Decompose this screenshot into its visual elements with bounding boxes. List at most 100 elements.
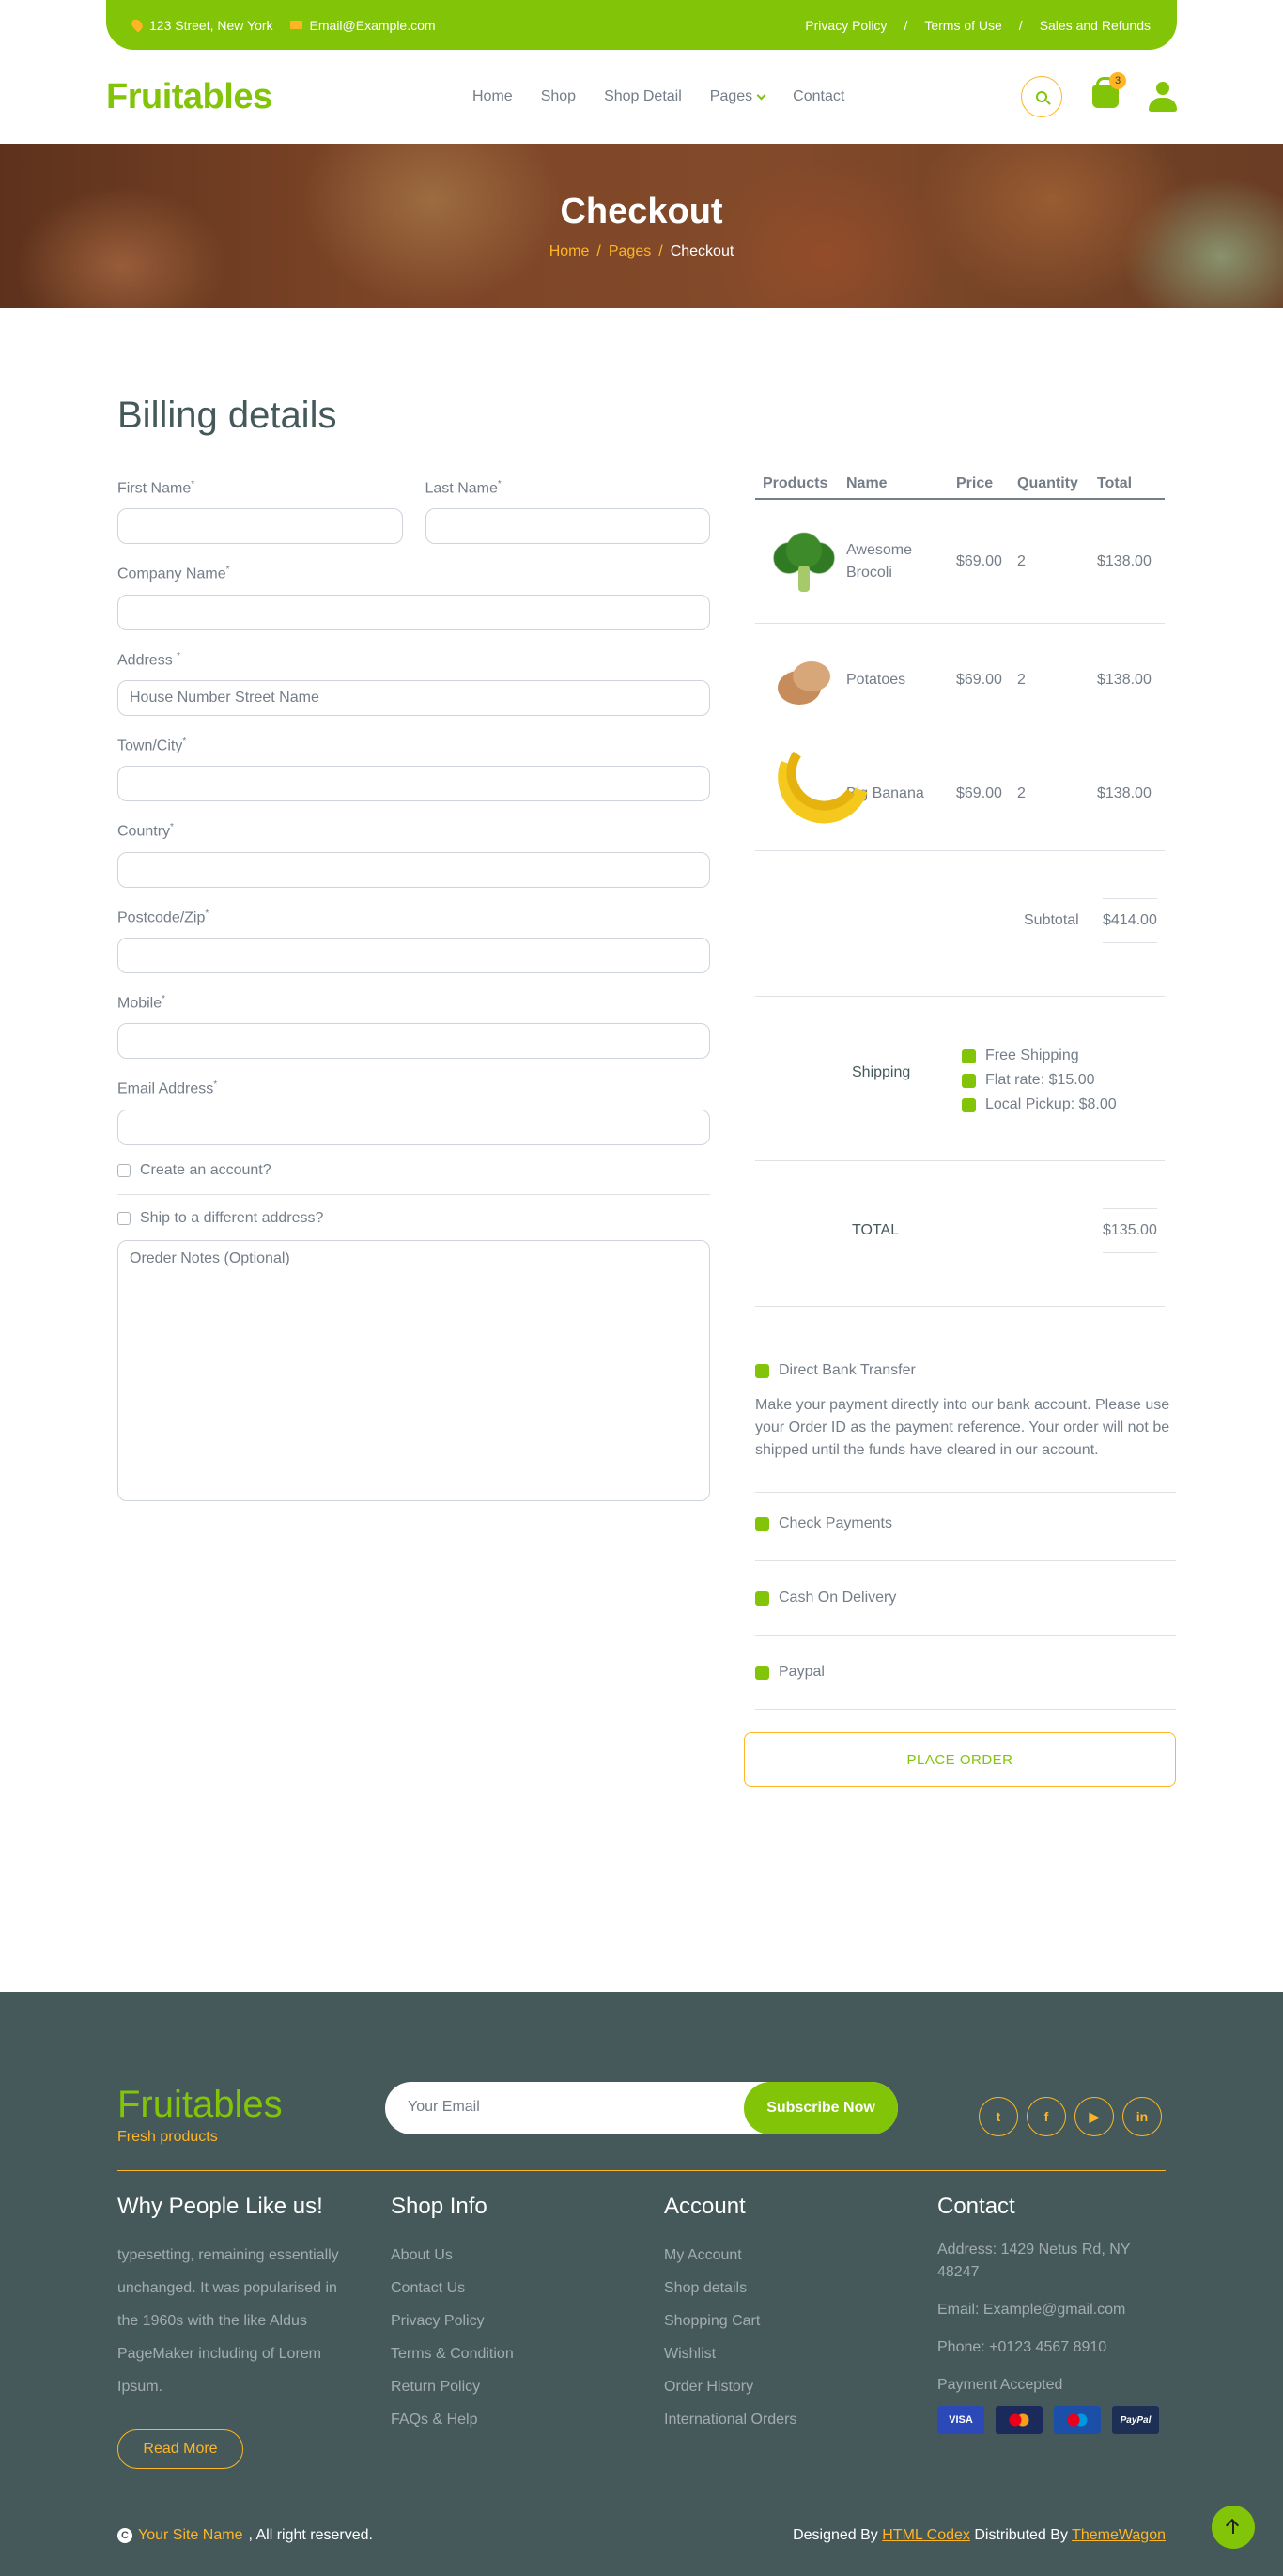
breadcrumb-separator: / [596, 243, 601, 259]
topbar-separator: / [904, 17, 908, 33]
topbar-link-terms[interactable]: Terms of Use [924, 18, 1001, 33]
footer-link[interactable]: My Account [664, 2239, 796, 2272]
footer-link[interactable]: About Us [391, 2239, 514, 2272]
email-label: Email Address* [117, 1079, 218, 1097]
company-input[interactable] [117, 594, 710, 630]
footer-divider [117, 2170, 1166, 2171]
topbar-email[interactable]: Email@Example.com [289, 18, 436, 33]
shipping-option-pickup[interactable]: Local Pickup: $8.00 [962, 1093, 1117, 1117]
postcode-label: Postcode/Zip* [117, 908, 209, 925]
postcode-input[interactable] [117, 937, 710, 973]
payment-option-cod[interactable]: Cash On Delivery [755, 1590, 1176, 1606]
page-title: Checkout [560, 192, 723, 231]
order-summary-table: Products Name Price Quantity Total Aweso… [755, 470, 1165, 1307]
brand-logo[interactable]: Fruitables [106, 77, 272, 117]
search-button[interactable] [1021, 76, 1062, 117]
town-input[interactable] [117, 766, 710, 802]
create-account-checkbox[interactable]: Create an account? [117, 1162, 710, 1179]
payment-bank: Direct Bank Transfer Make your payment d… [755, 1340, 1176, 1493]
billing-form: First Name* Last Name* Company Name* Add… [117, 479, 710, 1501]
broccoli-image [766, 523, 842, 599]
read-more-button[interactable]: Read More [117, 2429, 243, 2469]
user-icon[interactable] [1149, 82, 1177, 112]
checkbox[interactable] [117, 1211, 131, 1225]
footer-link[interactable]: Shopping Cart [664, 2304, 796, 2337]
site-name-link[interactable]: Your Site Name [138, 2527, 242, 2544]
place-order-button[interactable]: PLACE ORDER [744, 1732, 1176, 1787]
footer-link[interactable]: Wishlist [664, 2337, 796, 2370]
subscribe-button[interactable]: Subscribe Now [744, 2082, 898, 2134]
checkbox[interactable] [117, 1163, 131, 1177]
footer-link[interactable]: Terms & Condition [391, 2337, 514, 2370]
ship-different-label: Ship to a different address? [140, 1209, 324, 1226]
topbar-link-refunds[interactable]: Sales and Refunds [1040, 18, 1151, 33]
address-input[interactable]: House Number Street Name [117, 679, 710, 716]
breadcrumb-home[interactable]: Home [549, 243, 590, 260]
product-qty: 2 [1017, 785, 1026, 801]
breadcrumb-pages[interactable]: Pages [609, 243, 651, 260]
first-name-input[interactable] [117, 508, 403, 545]
footer-link[interactable]: FAQs & Help [391, 2403, 514, 2436]
twitter-icon[interactable]: t [979, 2097, 1018, 2136]
country-input[interactable] [117, 851, 710, 888]
mobile-input[interactable] [117, 1023, 710, 1060]
last-name-label: Last Name* [425, 479, 502, 497]
footer-brand[interactable]: Fruitables [117, 2084, 283, 2126]
product-name: Potatoes [846, 672, 906, 688]
total-row: TOTAL $135.00 [755, 1161, 1165, 1307]
footer-col-title: Shop Info [391, 2194, 487, 2219]
footer-link[interactable]: Contact Us [391, 2272, 514, 2304]
breadcrumb: Home / Pages / Checkout [549, 243, 734, 260]
newsletter-email-input[interactable]: Your Email [408, 2099, 480, 2116]
back-to-top-button[interactable] [1212, 2506, 1255, 2549]
checkbox-checked[interactable] [755, 1516, 769, 1531]
shipping-option-flat[interactable]: Flat rate: $15.00 [962, 1068, 1117, 1093]
cart-icon[interactable]: 3 [1092, 72, 1126, 108]
checkbox-checked[interactable] [962, 1073, 976, 1088]
payment-option-bank[interactable]: Direct Bank Transfer [755, 1362, 1176, 1379]
nav-item-home[interactable]: Home [472, 88, 513, 105]
last-name-input[interactable] [425, 508, 710, 545]
youtube-icon[interactable]: ▶ [1074, 2097, 1114, 2136]
col-price: Price [956, 475, 994, 491]
topbar-separator: / [1018, 17, 1023, 33]
footer-col-title: Account [664, 2194, 746, 2219]
designer-link[interactable]: HTML Codex [882, 2527, 970, 2543]
footer-link[interactable]: Privacy Policy [391, 2304, 514, 2337]
linkedin-icon[interactable]: in [1122, 2097, 1162, 2136]
footer-link[interactable]: Shop details [664, 2272, 796, 2304]
ship-different-checkbox[interactable]: Ship to a different address? [117, 1210, 710, 1227]
shipping-option-free[interactable]: Free Shipping [962, 1044, 1117, 1068]
footer-col-title: Contact [937, 2194, 1015, 2219]
nav-item-shop-detail[interactable]: Shop Detail [604, 88, 682, 105]
checkbox-checked[interactable] [755, 1363, 769, 1378]
checkbox-checked[interactable] [755, 1591, 769, 1606]
nav-item-pages[interactable]: Pages [710, 88, 766, 105]
distributor-link[interactable]: ThemeWagon [1072, 2527, 1166, 2543]
order-notes-textarea[interactable]: Oreder Notes (Optional) [117, 1239, 710, 1501]
footer-link[interactable]: International Orders [664, 2403, 796, 2436]
nav-item-contact[interactable]: Contact [793, 88, 844, 105]
facebook-icon[interactable]: f [1027, 2097, 1066, 2136]
subtotal-value: $414.00 [1103, 898, 1157, 943]
checkbox-checked[interactable] [755, 1665, 769, 1680]
footer-link[interactable]: Return Policy [391, 2370, 514, 2403]
breadcrumb-current: Checkout [670, 243, 734, 259]
country-label: Country* [117, 822, 174, 840]
product-price: $69.00 [956, 552, 1002, 569]
nav-item-shop[interactable]: Shop [541, 88, 576, 105]
payment-option-check[interactable]: Check Payments [755, 1515, 1176, 1532]
billing-title: Billing details [117, 395, 337, 436]
banana-image [766, 756, 842, 831]
checkbox-checked[interactable] [962, 1097, 976, 1112]
subtotal-label: Subtotal [1024, 912, 1079, 928]
product-total: $138.00 [1097, 785, 1152, 801]
email-input[interactable] [117, 1109, 710, 1145]
payment-accepted-label: Payment Accepted [937, 2377, 1063, 2393]
shipping-row: Shipping Free Shipping Flat rate: $15.00… [755, 997, 1165, 1161]
checkbox-checked[interactable] [962, 1048, 976, 1063]
payment-option-paypal[interactable]: Paypal [755, 1664, 1176, 1681]
footer-link[interactable]: Order History [664, 2370, 796, 2403]
paypal-icon: PayPal [1112, 2406, 1159, 2434]
topbar-link-privacy[interactable]: Privacy Policy [805, 18, 887, 33]
